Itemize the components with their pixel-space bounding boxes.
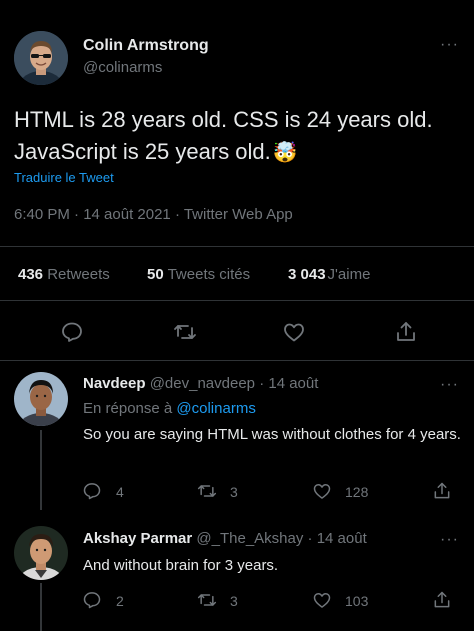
reply-to-prefix: En réponse à [83, 400, 173, 417]
quote-tweets-stat[interactable]: 50 Tweets cités [147, 266, 250, 283]
reply-header: Akshay Parmar @_The_Akshay · 14 août [83, 530, 367, 547]
reply-header: Navdeep @dev_navdeep · 14 août [83, 375, 318, 392]
thread-connector-line [40, 430, 42, 510]
like-heart-icon[interactable] [282, 320, 306, 344]
reply-author-name[interactable]: Akshay Parmar [83, 530, 192, 547]
retweet-count: 3 [230, 484, 238, 500]
reply-author-name[interactable]: Navdeep [83, 375, 146, 392]
author-name[interactable]: Colin Armstrong [83, 37, 209, 55]
reply-icon[interactable] [82, 481, 102, 501]
avatar-image [14, 31, 68, 85]
translate-link[interactable]: Traduire le Tweet [14, 170, 114, 185]
reply-to-line: En réponse à @colinarms [83, 400, 256, 417]
like-heart-icon[interactable] [312, 481, 332, 501]
thread-connector-line [40, 583, 42, 631]
avatar[interactable] [14, 526, 68, 580]
retweets-count: 436 [18, 266, 44, 283]
reply-date[interactable]: · 14 août [259, 375, 318, 392]
tweet-text: HTML is 28 years old. CSS is 24 years ol… [14, 104, 460, 169]
share-icon[interactable] [432, 590, 452, 610]
retweet-count: 3 [230, 593, 238, 609]
quotes-label: Tweets cités [167, 266, 251, 283]
share-icon[interactable] [394, 320, 418, 344]
reply-text: So you are saying HTML was without cloth… [83, 426, 461, 443]
tweet-timestamp[interactable]: 6:40 PM · 14 août 2021 · Twitter Web App [14, 206, 293, 223]
likes-stat[interactable]: 3 043 J'aime [288, 266, 370, 283]
reply-icon[interactable] [82, 590, 102, 610]
retweet-icon[interactable] [173, 320, 197, 344]
divider [0, 360, 474, 361]
divider [0, 300, 474, 301]
tweet-text-content: HTML is 28 years old. CSS is 24 years ol… [14, 107, 433, 164]
reply-text: And without brain for 3 years. [83, 557, 279, 574]
retweets-stat[interactable]: 436 Retweets [18, 266, 110, 283]
divider [0, 246, 474, 247]
more-options-icon[interactable]: ··· [440, 532, 459, 548]
reply-icon[interactable] [60, 320, 84, 344]
retweet-icon[interactable] [197, 481, 217, 501]
share-icon[interactable] [432, 481, 452, 501]
avatar-image [14, 526, 68, 580]
like-heart-icon[interactable] [312, 590, 332, 610]
like-count: 103 [345, 593, 369, 609]
avatar[interactable] [14, 31, 68, 85]
more-options-icon[interactable]: ··· [440, 37, 459, 53]
reply-author-handle[interactable]: @_The_Akshay [196, 530, 303, 547]
quotes-count: 50 [147, 266, 164, 283]
likes-count: 3 043 [288, 266, 326, 283]
reply-date[interactable]: · 14 août [308, 530, 367, 547]
reply-author-handle[interactable]: @dev_navdeep [150, 375, 255, 392]
reply-count: 2 [116, 593, 124, 609]
reply-to-handle[interactable]: @colinarms [176, 400, 255, 417]
retweets-label: Retweets [47, 266, 110, 283]
likes-label: J'aime [327, 266, 371, 283]
avatar-image [14, 372, 68, 426]
author-handle[interactable]: @colinarms [83, 59, 162, 76]
like-count: 128 [345, 484, 369, 500]
reply-count: 4 [116, 484, 124, 500]
avatar[interactable] [14, 372, 68, 426]
more-options-icon[interactable]: ··· [440, 377, 459, 393]
mind-blown-emoji-icon: 🤯 [272, 142, 298, 164]
retweet-icon[interactable] [197, 590, 217, 610]
